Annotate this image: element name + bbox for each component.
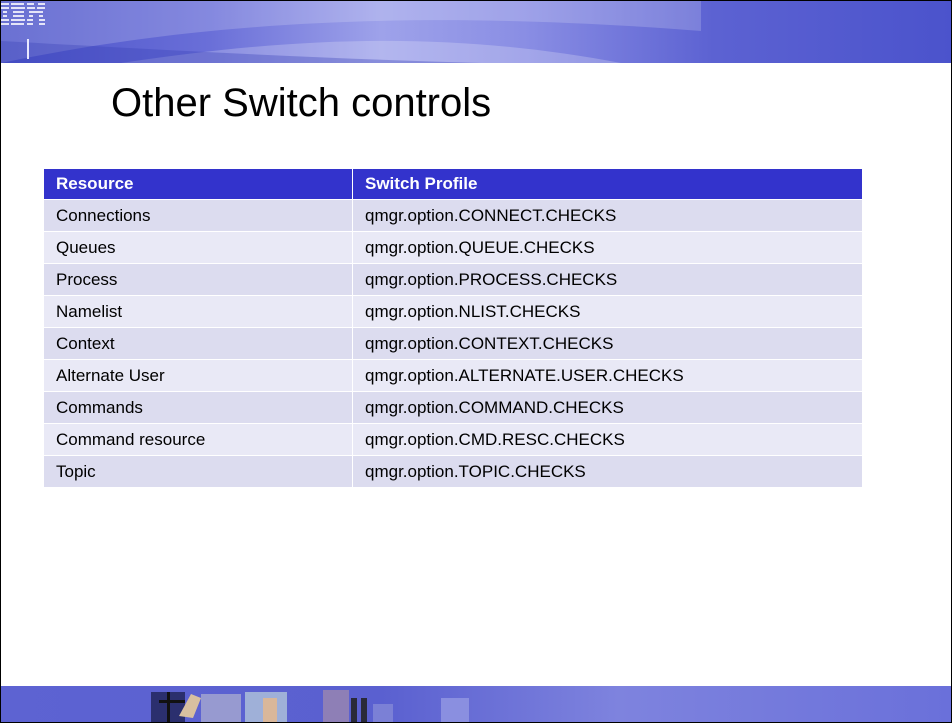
profile-cell: qmgr.option.CONNECT.CHECKS xyxy=(352,199,863,232)
table-row: Alternate User qmgr.option.ALTERNATE.USE… xyxy=(43,359,863,392)
table-row: Context qmgr.option.CONTEXT.CHECKS xyxy=(43,327,863,360)
profile-cell: qmgr.option.ALTERNATE.USER.CHECKS xyxy=(352,359,863,392)
table-row: Connections qmgr.option.CONNECT.CHECKS xyxy=(43,199,863,232)
switch-profile-table: Resource Switch Profile Connections qmgr… xyxy=(43,168,863,488)
bottom-banner xyxy=(1,686,951,722)
banner-divider xyxy=(27,39,29,59)
profile-cell: qmgr.option.CONTEXT.CHECKS xyxy=(352,327,863,360)
resource-cell: Command resource xyxy=(43,423,353,456)
resource-cell: Process xyxy=(43,263,353,296)
table-row: Queues qmgr.option.QUEUE.CHECKS xyxy=(43,231,863,264)
table-row: Namelist qmgr.option.NLIST.CHECKS xyxy=(43,295,863,328)
table-row: Topic qmgr.option.TOPIC.CHECKS xyxy=(43,455,863,488)
resource-cell: Queues xyxy=(43,231,353,264)
profile-cell: qmgr.option.QUEUE.CHECKS xyxy=(352,231,863,264)
table-header-row: Resource Switch Profile xyxy=(43,168,863,200)
profile-cell: qmgr.option.PROCESS.CHECKS xyxy=(352,263,863,296)
slide: Other Switch controls Resource Switch Pr… xyxy=(0,0,952,723)
resource-cell: Context xyxy=(43,327,353,360)
banner-swoosh-graphic xyxy=(1,1,701,63)
profile-cell: qmgr.option.CMD.RESC.CHECKS xyxy=(352,423,863,456)
column-header-switch-profile: Switch Profile xyxy=(352,168,863,200)
profile-cell: qmgr.option.COMMAND.CHECKS xyxy=(352,391,863,424)
footer-photo-strip xyxy=(151,690,469,722)
resource-cell: Namelist xyxy=(43,295,353,328)
table-row: Command resource qmgr.option.CMD.RESC.CH… xyxy=(43,423,863,456)
profile-cell: qmgr.option.TOPIC.CHECKS xyxy=(352,455,863,488)
column-header-resource: Resource xyxy=(43,168,353,200)
ibm-logo-icon xyxy=(1,3,45,25)
resource-cell: Topic xyxy=(43,455,353,488)
slide-title: Other Switch controls xyxy=(111,81,492,125)
resource-cell: Alternate User xyxy=(43,359,353,392)
resource-cell: Connections xyxy=(43,199,353,232)
table-row: Commands qmgr.option.COMMAND.CHECKS xyxy=(43,391,863,424)
profile-cell: qmgr.option.NLIST.CHECKS xyxy=(352,295,863,328)
table-row: Process qmgr.option.PROCESS.CHECKS xyxy=(43,263,863,296)
resource-cell: Commands xyxy=(43,391,353,424)
top-banner xyxy=(1,1,951,63)
